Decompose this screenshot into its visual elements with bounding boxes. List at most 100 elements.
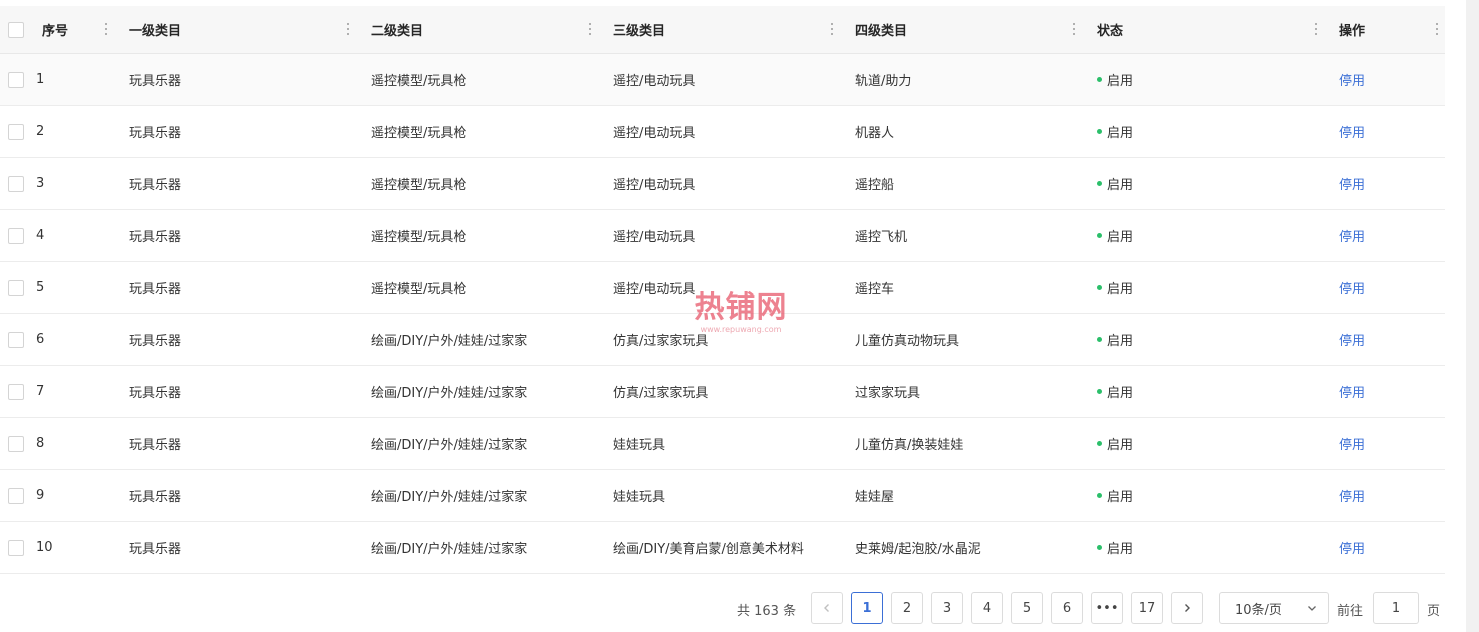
disable-link[interactable]: 停用 (1339, 538, 1365, 557)
status-dot-icon (1097, 337, 1102, 342)
vertical-scrollbar[interactable] (1466, 0, 1479, 632)
row-status: 启用 (1097, 210, 1312, 261)
row-level2: 绘画/DIY/户外/娃娃/过家家 (371, 386, 528, 401)
row-status: 启用 (1097, 54, 1312, 105)
row-checkbox[interactable] (8, 279, 24, 296)
row-level1: 玩具乐器 (129, 230, 182, 245)
row-checkbox[interactable] (8, 435, 24, 452)
row-select-cell[interactable] (8, 366, 28, 417)
column-resize-handle[interactable] (104, 23, 108, 35)
table-row: 4 玩具乐器 遥控模型/玩具枪 遥控/电动玩具 遥控飞机 启用 停用 (0, 210, 1445, 262)
row-level2: 遥控模型/玩具枪 (371, 126, 467, 141)
row-checkbox[interactable] (8, 487, 24, 504)
row-checkbox[interactable] (8, 175, 24, 192)
row-select-cell[interactable] (8, 418, 28, 469)
status-dot-icon (1097, 233, 1102, 238)
row-operation: 停用 (1339, 314, 1429, 365)
table-row: 9 玩具乐器 绘画/DIY/户外/娃娃/过家家 娃娃玩具 娃娃屋 启用 停用 (0, 470, 1445, 522)
page-size-select[interactable]: 10条/页 (1219, 592, 1329, 624)
column-resize-handle[interactable] (1435, 23, 1439, 35)
header-operation: 操作 (1339, 24, 1366, 39)
disable-link[interactable]: 停用 (1339, 278, 1365, 297)
disable-link[interactable]: 停用 (1339, 382, 1365, 401)
select-all-checkbox[interactable] (8, 21, 24, 38)
page-button[interactable]: 5 (1011, 592, 1043, 624)
row-select-cell[interactable] (8, 522, 28, 573)
watermark-sub: www.repuwang.com (700, 325, 782, 334)
disable-link[interactable]: 停用 (1339, 434, 1365, 453)
status-text: 启用 (1107, 178, 1134, 193)
disable-link[interactable]: 停用 (1339, 486, 1365, 505)
status-text: 启用 (1107, 282, 1134, 297)
table-row: 3 玩具乐器 遥控模型/玩具枪 遥控/电动玩具 遥控船 启用 停用 (0, 158, 1445, 210)
row-select-cell[interactable] (8, 210, 28, 261)
page-size-value: 10条/页 (1235, 602, 1282, 618)
header-level2: 二级类目 (371, 24, 424, 39)
row-select-cell[interactable] (8, 106, 28, 157)
row-status: 启用 (1097, 262, 1312, 313)
status-text: 启用 (1107, 490, 1134, 505)
disable-link[interactable]: 停用 (1339, 330, 1365, 349)
table-row: 1 玩具乐器 遥控模型/玩具枪 遥控/电动玩具 轨道/助力 启用 停用 (0, 54, 1445, 106)
table-row: 10 玩具乐器 绘画/DIY/户外/娃娃/过家家 绘画/DIY/美育启蒙/创意美… (0, 522, 1445, 574)
row-checkbox[interactable] (8, 71, 24, 88)
pagination: 共 163 条 123456•••17 10条/页 前往 页 (0, 592, 1479, 624)
page-button[interactable]: 1 (851, 592, 883, 624)
page-button[interactable]: 3 (931, 592, 963, 624)
row-index: 6 (36, 332, 45, 347)
next-page-button[interactable] (1171, 592, 1203, 624)
select-all-cell[interactable] (8, 6, 28, 53)
disable-link[interactable]: 停用 (1339, 226, 1365, 245)
row-select-cell[interactable] (8, 470, 28, 521)
row-level1: 玩具乐器 (129, 74, 182, 89)
chevron-left-icon (824, 604, 829, 612)
status-dot-icon (1097, 389, 1102, 394)
row-level4: 遥控车 (855, 282, 895, 297)
row-level1: 玩具乐器 (129, 542, 182, 557)
row-operation: 停用 (1339, 366, 1429, 417)
row-operation: 停用 (1339, 54, 1429, 105)
column-resize-handle[interactable] (1314, 23, 1318, 35)
column-resize-handle[interactable] (346, 23, 350, 35)
row-index: 8 (36, 436, 45, 451)
goto-page-input[interactable] (1373, 592, 1419, 624)
column-resize-handle[interactable] (830, 23, 834, 35)
row-level1: 玩具乐器 (129, 438, 182, 453)
page-button[interactable]: 4 (971, 592, 1003, 624)
row-index: 1 (36, 72, 45, 87)
row-select-cell[interactable] (8, 314, 28, 365)
row-checkbox[interactable] (8, 331, 24, 348)
row-level1: 玩具乐器 (129, 386, 182, 401)
row-select-cell[interactable] (8, 54, 28, 105)
row-level3: 遥控/电动玩具 (613, 230, 696, 245)
row-operation: 停用 (1339, 158, 1429, 209)
header-index: 序号 (42, 24, 69, 39)
page-button[interactable]: 17 (1131, 592, 1163, 624)
row-checkbox[interactable] (8, 123, 24, 140)
row-level1: 玩具乐器 (129, 490, 182, 505)
status-dot-icon (1097, 285, 1102, 290)
row-level1: 玩具乐器 (129, 282, 182, 297)
disable-link[interactable]: 停用 (1339, 174, 1365, 193)
watermark-main: 热铺网 (694, 290, 788, 325)
row-checkbox[interactable] (8, 539, 24, 556)
row-select-cell[interactable] (8, 158, 28, 209)
row-checkbox[interactable] (8, 383, 24, 400)
watermark-logo: 热铺网 www.repuwang.com (686, 291, 796, 343)
column-resize-handle[interactable] (588, 23, 592, 35)
row-level2: 遥控模型/玩具枪 (371, 178, 467, 193)
chevron-down-icon (1308, 606, 1316, 611)
more-pages-button[interactable]: ••• (1091, 592, 1123, 624)
column-resize-handle[interactable] (1072, 23, 1076, 35)
disable-link[interactable]: 停用 (1339, 122, 1365, 141)
page-suffix-label: 页 (1427, 604, 1441, 619)
page-button[interactable]: 6 (1051, 592, 1083, 624)
disable-link[interactable]: 停用 (1339, 70, 1365, 89)
header-level3: 三级类目 (613, 24, 666, 39)
page-button[interactable]: 2 (891, 592, 923, 624)
row-level2: 绘画/DIY/户外/娃娃/过家家 (371, 542, 528, 557)
row-operation: 停用 (1339, 262, 1429, 313)
row-checkbox[interactable] (8, 227, 24, 244)
row-select-cell[interactable] (8, 262, 28, 313)
prev-page-button[interactable] (811, 592, 843, 624)
